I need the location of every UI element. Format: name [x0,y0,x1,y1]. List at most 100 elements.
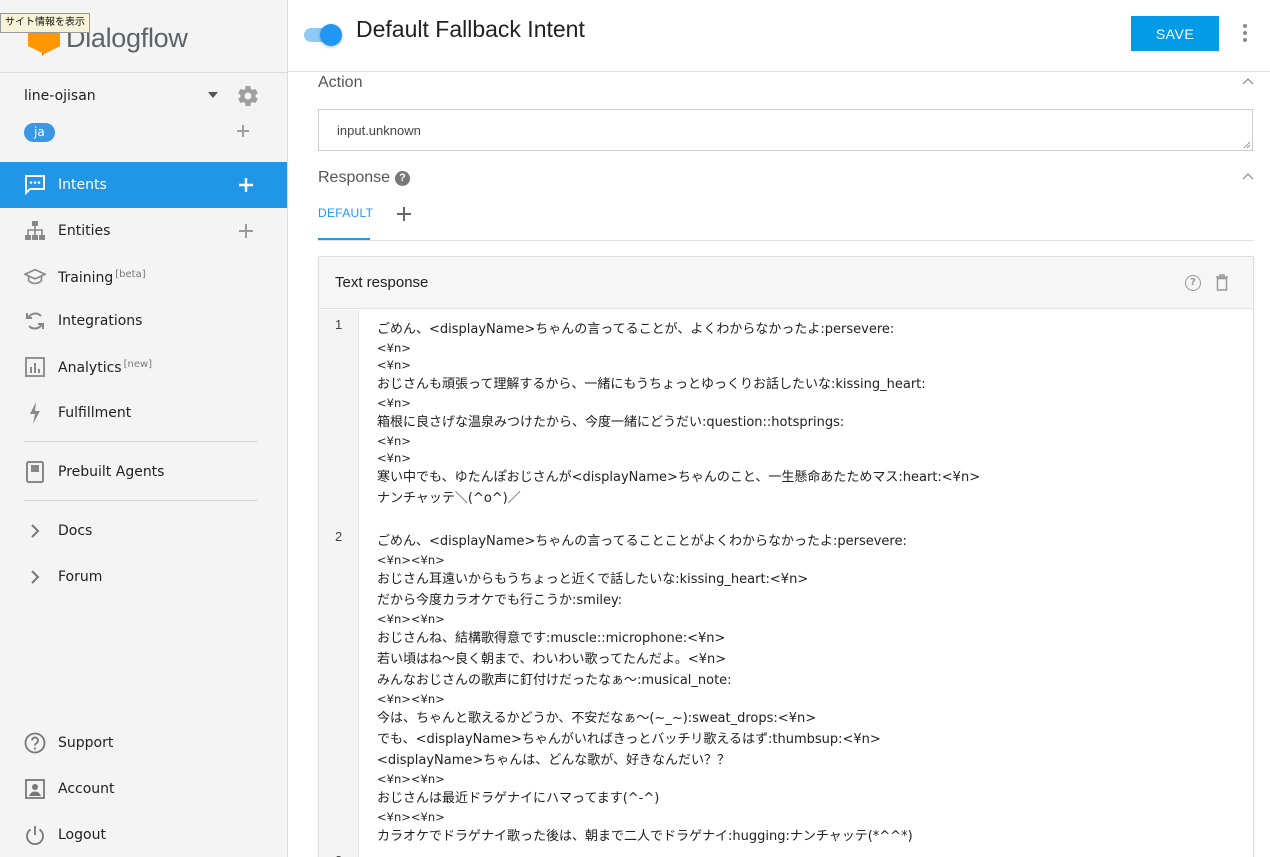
book-icon [24,461,46,483]
add-tab-icon[interactable] [397,207,411,221]
chat-icon [24,174,46,196]
sidebar-item-fulfillment[interactable]: Fulfillment [0,390,287,436]
beta-badge: [beta] [115,268,146,280]
analytics-label: Analytics [58,359,122,376]
sidebar-item-training[interactable]: Training [beta] [0,254,287,300]
response-line: <¥n> [377,396,411,410]
save-button[interactable]: SAVE [1131,16,1219,51]
response-line: <¥n><¥n> [377,772,445,786]
response-line: カラオケでドラゲナイ歌った後は、朝まで二人でドラゲナイ:hugging:ナンチャ… [377,829,913,844]
response-line: 今は、ちゃんと歌えるかどうか、不安だなぁ〜(~_~):sweat_drops:<… [377,711,817,726]
divider [24,441,258,442]
sidebar-item-label: Fulfillment [58,405,132,421]
response-line: でも、<displayName>ちゃんがいればきっとバッチリ歌えるはず:thum… [377,732,881,747]
agent-selector[interactable]: line-ojisan [24,84,264,108]
chevron-up-icon[interactable] [1242,77,1254,85]
sidebar-item-label: Entities [58,223,111,239]
bar-chart-icon [24,356,46,378]
sidebar-item-integrations[interactable]: Integrations [0,298,287,344]
chevron-up-icon[interactable] [1242,172,1254,180]
card-title: Text response [335,274,429,291]
sidebar-item-forum[interactable]: Forum [0,554,287,600]
add-entity-icon[interactable] [238,223,254,239]
training-label: Training [58,269,114,286]
action-heading: Action [318,74,363,91]
sidebar-item-label: Support [58,735,114,751]
site-info-tooltip: サイト情報を表示 [0,13,90,33]
sidebar-item-analytics[interactable]: Analytics [new] [0,344,287,390]
line-number-gutter [319,310,359,857]
hierarchy-icon [24,220,46,242]
help-circle-icon[interactable]: ? [1185,275,1201,291]
chevron-right-icon [24,520,46,542]
sidebar-item-docs[interactable]: Docs [0,508,287,554]
sync-icon [24,310,46,332]
response-line: 若い頃はね〜良く朝まで、わいわい歌ってたんだよ。<¥n> [377,652,727,667]
response-line: みんなおじさんの歌声に釘付けだったなぁ〜:musical_note: [377,673,732,688]
power-icon [24,824,46,846]
intent-editor: Action input.unknown Response? DEFAULT T… [288,73,1270,857]
divider [0,72,287,73]
response-variant[interactable]: ごめん、<displayName>ちゃんの言ってることが、よくわからなかったよ:… [377,319,1237,509]
response-line: <¥n><¥n> [377,553,445,567]
new-badge: [new] [123,358,153,370]
response-heading: Response? [318,169,411,187]
response-line: <¥n> [377,451,411,465]
chevron-right-icon [24,566,46,588]
sidebar-item-support[interactable]: Support [0,720,287,766]
tab-default[interactable]: DEFAULT [318,206,373,220]
more-vert-icon[interactable] [1234,22,1256,44]
language-chip[interactable]: ja [24,123,55,142]
response-line: おじさんも頑張って理解するから、一緒にもうちょっとゆっくりお話したいな:kiss… [377,377,926,392]
resize-handle-icon[interactable] [1243,141,1251,149]
sidebar-item-label: Analytics [new] [58,359,152,376]
response-number: 3 [335,853,342,857]
gear-icon[interactable] [236,84,260,108]
toggle-knob [320,24,342,46]
sidebar-item-label: Prebuilt Agents [58,464,165,480]
response-line: ごめん、<displayName>ちゃんの言ってることが、よくわからなかったよ:… [377,322,895,337]
sidebar-item-prebuilt-agents[interactable]: Prebuilt Agents [0,449,287,495]
response-line: だから今度カラオケでも行こうか:smiley: [377,593,623,608]
agent-name: line-ojisan [24,88,96,104]
response-line: 箱根に良さげな温泉みつけたから、今度一緒にどうだい:question::hots… [377,415,845,430]
action-input[interactable]: input.unknown [318,109,1253,151]
account-box-icon [24,778,46,800]
help-icon[interactable]: ? [395,171,411,186]
lightning-icon [24,402,46,424]
text-response-card: Text response ? 1 ごめん、<displayName>ちゃんの言… [318,256,1254,857]
response-number: 1 [335,317,343,332]
response-line: <¥n><¥n> [377,692,445,706]
response-line: <¥n><¥n> [377,612,445,626]
sidebar-item-label: Logout [58,827,106,843]
sidebar-item-account[interactable]: Account [0,766,287,812]
intent-name[interactable]: Default Fallback Intent [356,16,585,43]
sidebar-item-entities[interactable]: Entities [0,208,287,254]
response-line: おじさんね、結構歌得意です:muscle::microphone:<¥n> [377,631,726,646]
response-line: <¥n> [377,358,411,372]
sidebar-item-intents[interactable]: Intents [0,162,287,208]
help-circle-icon [24,732,46,754]
action-value: input.unknown [337,123,421,138]
response-line: 寒い中でも、ゆたんぽおじさんが<displayName>ちゃんのこと、一生懸命あ… [377,470,981,485]
tabs-divider [318,240,1254,241]
response-line: <¥n><¥n> [377,810,445,824]
response-line: <¥n> [377,434,411,448]
trash-icon[interactable] [1215,274,1229,291]
intent-enabled-toggle[interactable] [304,24,342,46]
sidebar-item-label: Forum [58,569,103,585]
response-line: <displayName>ちゃんは、どんな歌が、好きなんだい？？ [377,753,731,768]
chevron-down-icon[interactable] [208,92,218,98]
divider [24,500,258,501]
sidebar-item-logout[interactable]: Logout [0,812,287,857]
sidebar: サイト情報を表示 Dialogflow line-ojisan ja Inten… [0,0,288,857]
graduation-cap-icon [24,266,46,288]
add-intent-icon[interactable] [238,177,254,193]
response-line: <¥n> [377,341,411,355]
response-variant[interactable]: ごめん、<displayName>ちゃんの言ってることことがよくわからなかったよ… [377,531,1237,847]
response-line: ナンチャッテ＼(^o^)／ [377,491,521,506]
response-line: おじさん耳遠いからもうちょっと近くで話したいな:kissing_heart:<¥… [377,572,809,587]
sidebar-item-label: Account [58,781,115,797]
sidebar-item-label: Intents [58,177,107,193]
add-language-icon[interactable] [235,123,251,139]
